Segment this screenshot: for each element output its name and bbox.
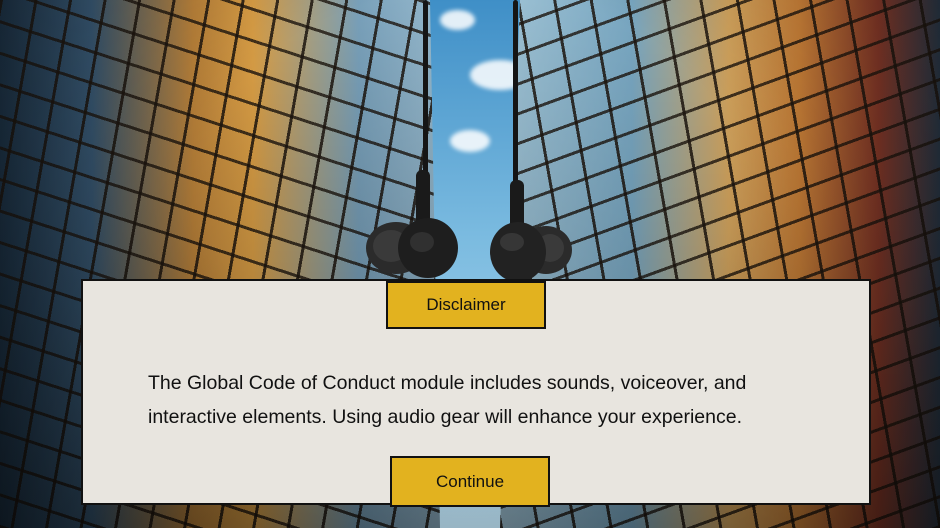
dialog-message: The Global Code of Conduct module includ… [148,366,838,434]
message-line-1: The Global Code of Conduct module includ… [148,372,747,394]
continue-button[interactable]: Continue [390,456,550,507]
dialog-title-text: Disclaimer [426,295,506,314]
dialog-title: Disclaimer [386,281,546,329]
continue-button-label: Continue [435,471,505,491]
earbud-cable-right [513,0,518,200]
message-line-2: interactive elements. Using audio gear w… [148,406,742,428]
right-earbud-icon [490,180,572,282]
left-earbud-icon [366,170,458,278]
